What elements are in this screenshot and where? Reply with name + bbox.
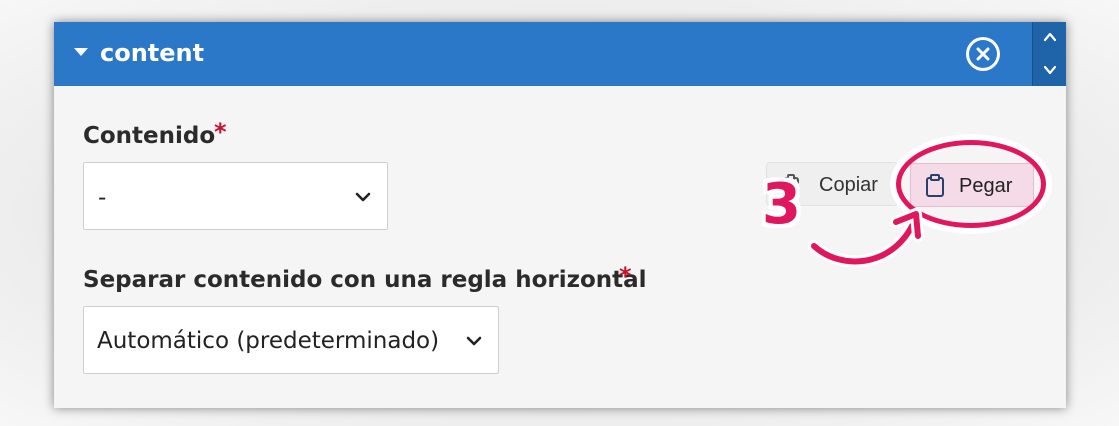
copy-button-label: Copiar (819, 174, 878, 196)
separator-field-label: Separar contenido con una regla horizont… (83, 267, 647, 293)
separator-select-value: Automático (predeterminado) (97, 328, 440, 354)
circle-x-icon (969, 40, 997, 68)
reorder-controls (1032, 22, 1066, 86)
remove-button[interactable] (966, 37, 1000, 71)
chevron-down-icon (355, 192, 371, 202)
required-marker: * (214, 118, 227, 146)
chevron-down-icon[interactable] (1042, 62, 1058, 78)
content-select-value: - (98, 185, 107, 211)
step-number: 3 (762, 172, 801, 237)
panel-header[interactable]: content (54, 22, 1066, 86)
chevron-down-icon (466, 336, 482, 346)
content-field-label: Contenido (83, 123, 216, 149)
content-select[interactable]: - (83, 162, 388, 230)
curved-arrow-icon (808, 208, 924, 268)
paragraph-panel: content Contenido * - Separar contenido … (54, 22, 1066, 408)
panel-title: content (100, 39, 205, 67)
caret-down-icon[interactable] (74, 48, 88, 56)
separator-select[interactable]: Automático (predeterminado) (83, 306, 499, 374)
required-marker: * (619, 262, 632, 290)
chevron-up-icon[interactable] (1042, 29, 1058, 45)
